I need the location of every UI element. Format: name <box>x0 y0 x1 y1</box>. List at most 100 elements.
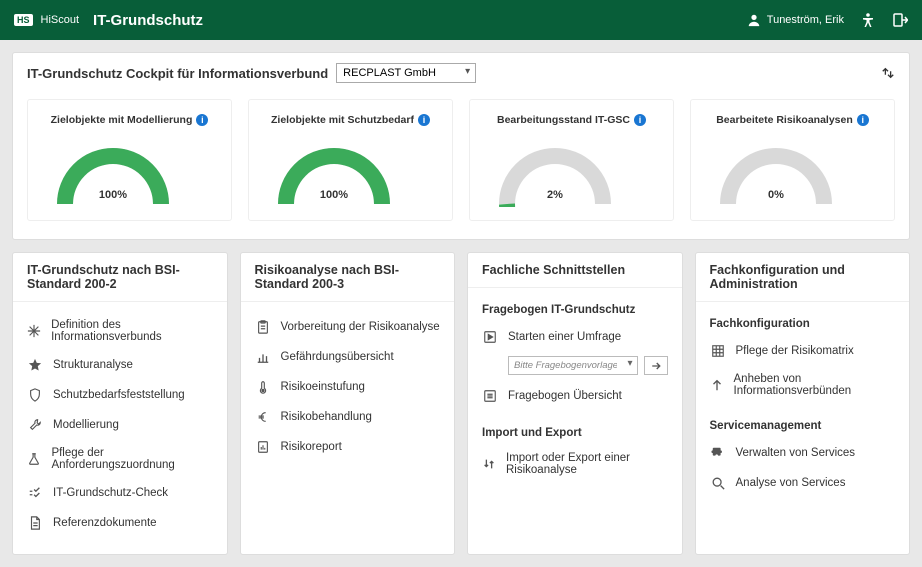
nav-link[interactable]: Gefährdungsübersicht <box>255 342 441 372</box>
link-label: Modellierung <box>53 419 119 431</box>
link-label: Gefährdungsübersicht <box>281 351 394 363</box>
link-label: Schutzbedarfsfeststellung <box>53 389 185 401</box>
chart-icon <box>255 349 271 365</box>
start-survey-link[interactable]: Starten einer Umfrage <box>482 322 668 352</box>
panel-body: Definition des Informationsverbunds Struk… <box>13 302 227 554</box>
wrench-icon <box>27 417 43 433</box>
survey-template-select[interactable]: Bitte Fragebogenvorlage wählen <box>508 356 638 375</box>
panel-title: Fachliche Schnittstellen <box>468 253 682 288</box>
go-button[interactable] <box>644 356 668 375</box>
link-label: Pflege der Risikomatrix <box>736 345 854 357</box>
nav-link[interactable]: Risikobehandlung <box>255 402 441 432</box>
link-label: Pflege der Anforderungszuordnung <box>51 447 212 471</box>
report-icon <box>255 439 271 455</box>
org-select[interactable]: RECPLAST GmbH <box>336 63 476 83</box>
link-label: Risikobehandlung <box>281 411 372 423</box>
link-label: Definition des Informationsverbunds <box>51 319 212 343</box>
survey-overview-link[interactable]: Fragebogen Übersicht <box>482 381 668 411</box>
panel-body: Fachkonfiguration Pflege der Risikomatri… <box>696 302 910 514</box>
thermo-icon <box>255 379 271 395</box>
info-icon[interactable]: i <box>418 114 430 126</box>
nav-link[interactable]: Schutzbedarfsfeststellung <box>27 380 213 410</box>
check-icon <box>27 485 43 501</box>
info-icon[interactable]: i <box>634 114 646 126</box>
clipboard-icon <box>255 319 271 335</box>
nav-link[interactable]: Pflege der Risikomatrix <box>710 336 896 366</box>
accessibility-icon[interactable] <box>860 12 876 28</box>
transfer-icon <box>482 456 496 472</box>
nav-link[interactable]: Pflege der Anforderungszuordnung <box>27 440 213 478</box>
logout-icon[interactable] <box>892 12 908 28</box>
search-icon <box>710 475 726 491</box>
user-icon <box>746 12 762 28</box>
panel-bsi-200-3: Risikoanalyse nach BSI-Standard 200-3 Vo… <box>240 252 456 555</box>
snowflake-icon <box>27 323 41 339</box>
cockpit-title: IT-Grundschutz Cockpit für Informationsv… <box>27 66 328 81</box>
nav-link[interactable]: Modellierung <box>27 410 213 440</box>
subheading-import-export: Import und Export <box>482 427 668 439</box>
import-export-link[interactable]: Import oder Export einer Risikoanalyse <box>482 445 668 483</box>
link-label: Verwalten von Services <box>736 447 856 459</box>
link-label: Referenzdokumente <box>53 517 157 529</box>
link-label: Vorbereitung der Risikoanalyse <box>281 321 440 333</box>
logo-badge: HS <box>14 14 33 26</box>
nav-link[interactable]: Anheben von Informationsverbünden <box>710 366 896 404</box>
svg-text:100%: 100% <box>99 189 127 201</box>
info-icon[interactable]: i <box>196 114 208 126</box>
user-name: Tuneström, Erik <box>767 14 844 26</box>
panels-row: IT-Grundschutz nach BSI-Standard 200-2 D… <box>12 252 910 555</box>
nav-link[interactable]: Referenzdokumente <box>27 508 213 538</box>
link-label: Risikoeinstufung <box>281 381 365 393</box>
nav-link[interactable]: Risikoeinstufung <box>255 372 441 402</box>
nav-link[interactable]: Risikoreport <box>255 432 441 462</box>
svg-text:0%: 0% <box>768 189 784 201</box>
link-label: Import oder Export einer Risikoanalyse <box>506 452 668 476</box>
refresh-button[interactable] <box>881 66 895 80</box>
gauge-label: Bearbeitungsstand IT-GSCi <box>497 114 646 126</box>
nav-link[interactable]: Vorbereitung der Risikoanalyse <box>255 312 441 342</box>
cockpit-title-row: IT-Grundschutz Cockpit für Informationsv… <box>27 63 476 83</box>
panel-title: Risikoanalyse nach BSI-Standard 200-3 <box>241 253 455 302</box>
euro-icon <box>255 409 271 425</box>
gauges-row: Zielobjekte mit Modellierungi100%Zielobj… <box>27 99 895 221</box>
svg-text:2%: 2% <box>547 189 563 201</box>
brand-name: HiScout <box>41 14 80 26</box>
content-area: IT-Grundschutz Cockpit für Informationsv… <box>0 40 922 567</box>
gauge-card: Zielobjekte mit Schutzbedarfi100% <box>248 99 453 221</box>
panel-interfaces: Fachliche Schnittstellen Fragebogen IT-G… <box>467 252 683 555</box>
shield-icon <box>27 387 43 403</box>
nav-link[interactable]: Definition des Informationsverbunds <box>27 312 213 350</box>
gauge-label: Zielobjekte mit Modellierungi <box>51 114 209 126</box>
link-label: IT-Grundschutz-Check <box>53 487 168 499</box>
star-icon <box>27 357 43 373</box>
play-icon <box>482 329 498 345</box>
nav-link[interactable]: Verwalten von Services <box>710 438 896 468</box>
page-title: IT-Grundschutz <box>93 12 203 29</box>
panel-admin: Fachkonfiguration und Administration Fac… <box>695 252 911 555</box>
subheading-fragebogen: Fragebogen IT-Grundschutz <box>482 304 668 316</box>
gauge-card: Bearbeitete Risikoanalyseni0% <box>690 99 895 221</box>
panel-body: Vorbereitung der Risikoanalyse Gefährdung… <box>241 302 455 478</box>
link-label: Anheben von Informationsverbünden <box>734 373 896 397</box>
up-icon <box>710 377 724 393</box>
subheading-fachkonfig: Fachkonfiguration <box>710 318 896 330</box>
panel-bsi-200-2: IT-Grundschutz nach BSI-Standard 200-2 D… <box>12 252 228 555</box>
nav-link[interactable]: Strukturanalyse <box>27 350 213 380</box>
svg-text:100%: 100% <box>320 189 348 201</box>
info-icon[interactable]: i <box>857 114 869 126</box>
survey-select-row: Bitte Fragebogenvorlage wählen <box>508 356 668 375</box>
link-label: Strukturanalyse <box>53 359 133 371</box>
panel-body: Fragebogen IT-Grundschutz Starten einer … <box>468 288 682 499</box>
user-menu[interactable]: Tuneström, Erik <box>746 12 844 28</box>
puzzle-icon <box>710 445 726 461</box>
nav-link[interactable]: Analyse von Services <box>710 468 896 498</box>
nav-link[interactable]: IT-Grundschutz-Check <box>27 478 213 508</box>
grid-icon <box>710 343 726 359</box>
subheading-servicemgmt: Servicemanagement <box>710 420 896 432</box>
org-select-wrap: RECPLAST GmbH <box>336 63 476 83</box>
doc-icon <box>27 515 43 531</box>
header-left: HS HiScout IT-Grundschutz <box>14 12 203 29</box>
list-icon <box>482 388 498 404</box>
flask-icon <box>27 451 41 467</box>
cockpit-card: IT-Grundschutz Cockpit für Informationsv… <box>12 52 910 240</box>
